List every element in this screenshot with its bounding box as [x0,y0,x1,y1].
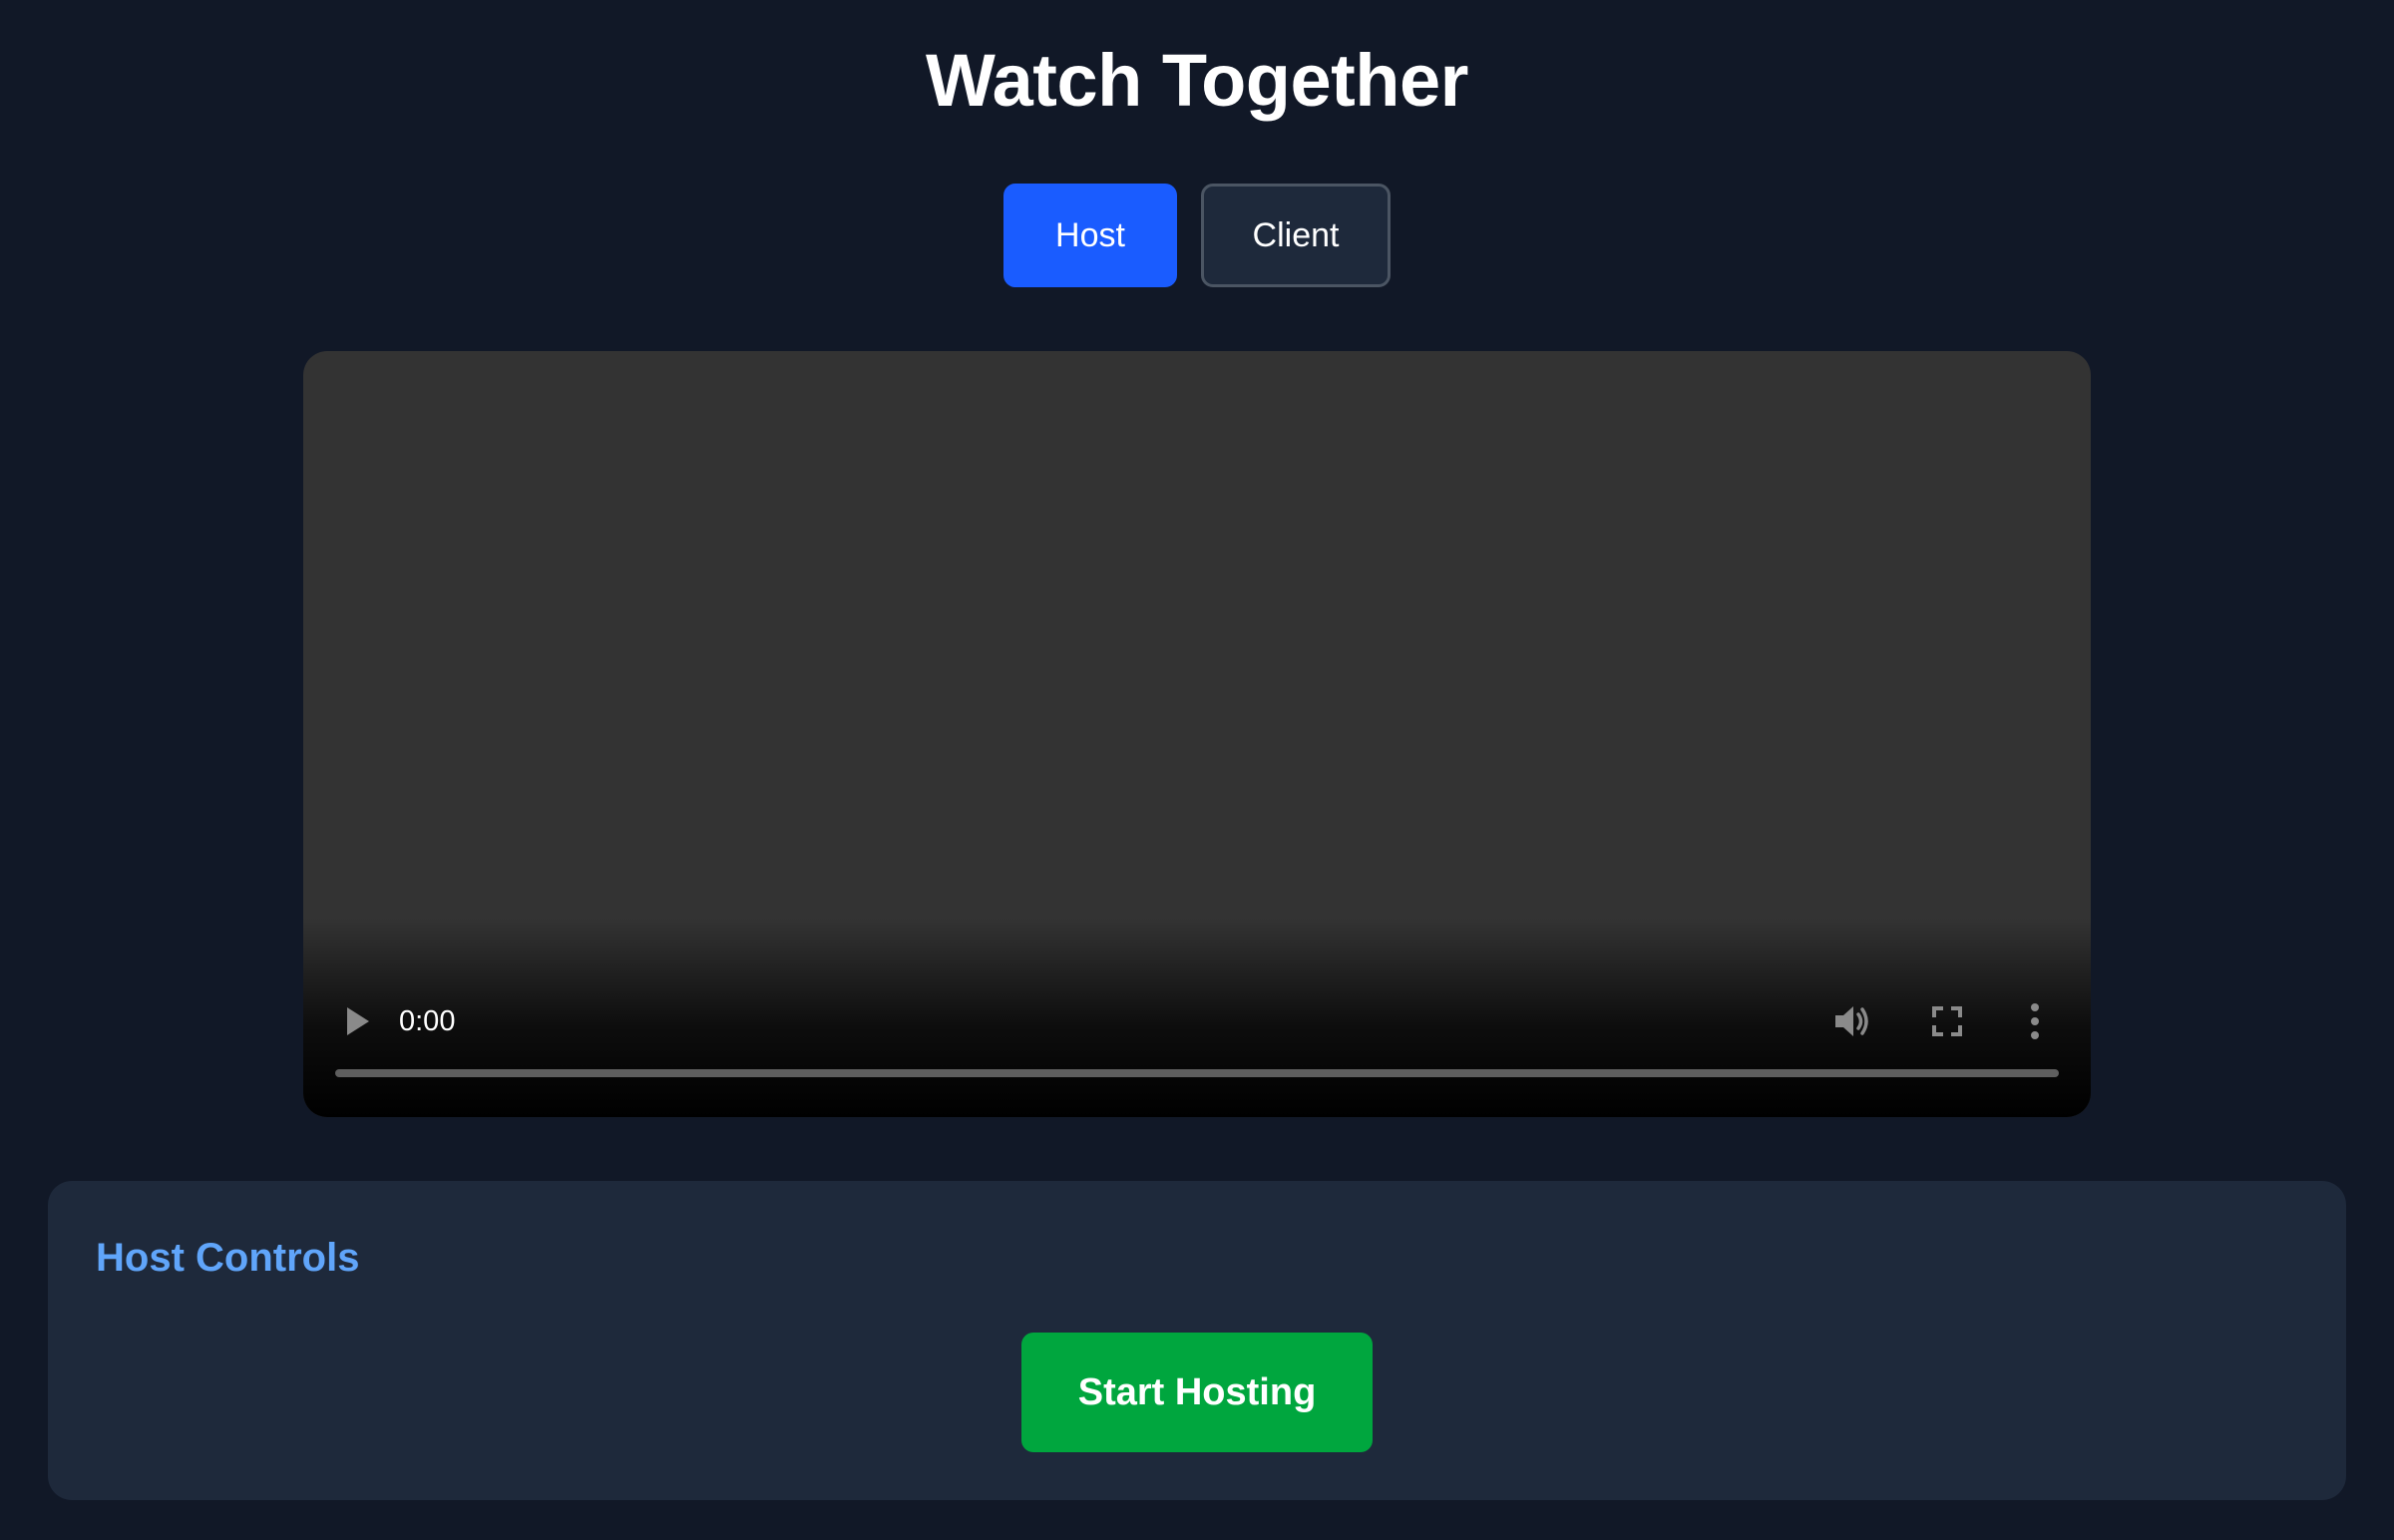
more-options-icon[interactable] [2029,1001,2041,1041]
client-mode-button[interactable]: Client [1201,184,1391,287]
current-time: 0:00 [399,1005,456,1037]
host-controls-title: Host Controls [96,1236,360,1280]
page-title: Watch Together [926,39,1468,122]
fullscreen-icon[interactable] [1929,1003,1965,1039]
video-player[interactable]: 0:00 [303,351,2091,1117]
volume-icon[interactable] [1831,1001,1871,1041]
host-controls-panel: Host Controls Start Hosting [48,1181,2346,1500]
video-progress-bar[interactable] [335,1069,2059,1077]
watch-together-page: Watch Together Host Client 0:00 Host Con… [0,0,2394,1540]
host-mode-button[interactable]: Host [1003,184,1177,287]
mode-switch: Host Client [0,184,2394,287]
video-controls-gradient [303,918,2091,1117]
play-icon[interactable] [343,1003,373,1039]
start-hosting-button[interactable]: Start Hosting [1021,1333,1373,1452]
